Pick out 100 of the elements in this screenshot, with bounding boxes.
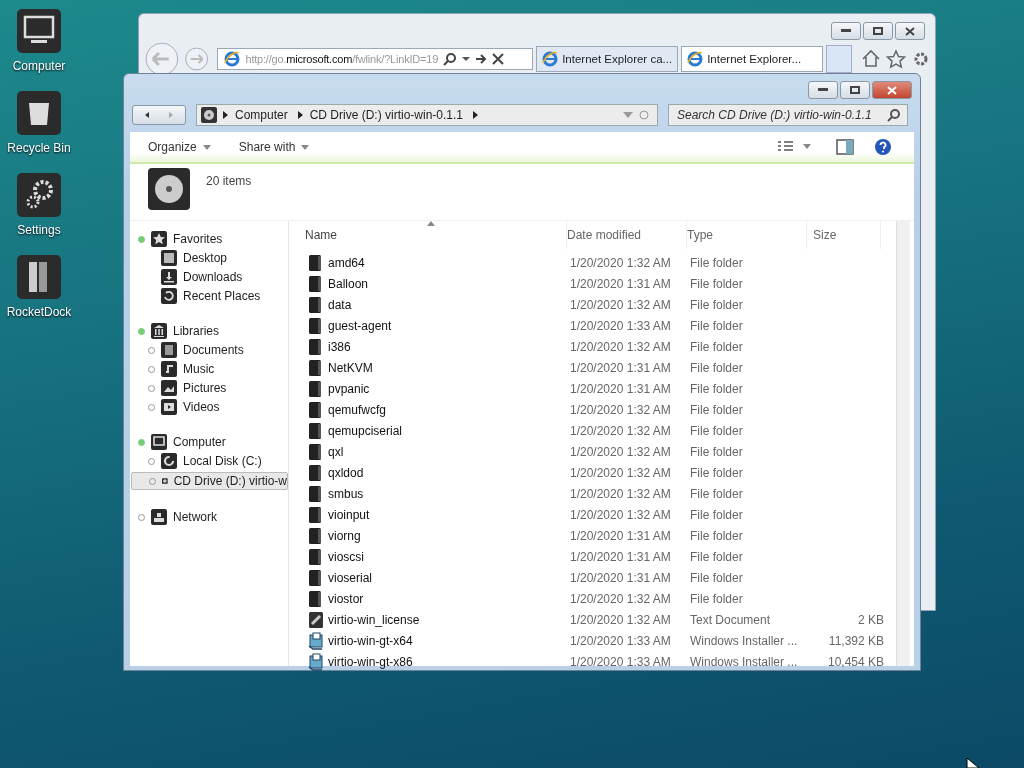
- column-header[interactable]: Type: [687, 221, 807, 249]
- close-icon: [905, 26, 915, 36]
- nav-item[interactable]: Documents: [130, 342, 288, 358]
- url-text: http://go.microsoft.com/fwlink/?LinkID=19: [245, 53, 439, 65]
- expander-icon[interactable]: [138, 438, 145, 446]
- file-name-cell[interactable]: qemupciserial: [305, 421, 567, 440]
- nav-item[interactable]: Recent Places: [130, 288, 288, 304]
- file-name-cell[interactable]: NetKVM: [305, 358, 567, 377]
- type-cell-text: File folder: [690, 423, 744, 438]
- file-name-cell[interactable]: Balloon: [305, 274, 567, 293]
- minimize-button[interactable]: [808, 81, 838, 99]
- breadcrumb-item[interactable]: Computer: [235, 108, 288, 122]
- minimize-button[interactable]: [831, 22, 861, 40]
- column-header[interactable]: Size: [807, 221, 881, 249]
- desktop-shortcut[interactable]: RocketDock: [0, 254, 78, 319]
- type-cell-text: Text Document: [690, 612, 772, 627]
- folder-icon: [308, 253, 324, 272]
- expander-icon[interactable]: [138, 327, 145, 335]
- date-cell-text: 1/20/2020 1:32 AM: [569, 339, 672, 354]
- file-name-cell[interactable]: smbus: [305, 484, 567, 503]
- file-name-cell[interactable]: viorng: [305, 526, 567, 545]
- toolbar-menu-button[interactable]: Organize: [144, 138, 215, 156]
- type-cell-text: File folder: [690, 444, 744, 459]
- type-cell-text: File folder: [690, 297, 744, 312]
- close-icon: [887, 85, 897, 95]
- close-button[interactable]: [872, 81, 912, 99]
- back-forward-buttons[interactable]: [132, 105, 186, 125]
- folder-icon: [308, 463, 324, 482]
- monitor-icon: [151, 434, 167, 450]
- file-name-cell[interactable]: qxl: [305, 442, 567, 461]
- toolbar-menu-button[interactable]: Share with: [234, 138, 314, 156]
- nav-item[interactable]: Computer: [130, 434, 288, 450]
- folder-icon: [308, 442, 324, 461]
- type-cell-text: Windows Installer ...: [690, 654, 799, 669]
- nav-item[interactable]: Desktop: [130, 250, 288, 266]
- desktop-shortcut[interactable]: Recycle Bin: [0, 90, 78, 155]
- new-tab-button[interactable]: [826, 45, 852, 73]
- breadcrumb-bar[interactable]: Computer CD Drive (D:) virtio-win-0.1.1: [196, 104, 658, 126]
- caret-icon: [202, 144, 211, 150]
- search-field[interactable]: Search CD Drive (D:) virtio-win-0.1.1: [668, 104, 908, 126]
- nav-item[interactable]: Music: [130, 361, 288, 377]
- file-name-cell[interactable]: data: [305, 295, 567, 314]
- search-icon[interactable]: [443, 52, 458, 66]
- file-name-cell[interactable]: virtio-win-gt-x86: [305, 652, 567, 671]
- address-field[interactable]: http://go.microsoft.com/fwlink/?LinkID=19: [217, 48, 534, 70]
- file-name-cell[interactable]: amd64: [305, 253, 567, 272]
- file-name-cell[interactable]: guest-agent: [305, 316, 567, 335]
- nav-item[interactable]: Libraries: [130, 323, 288, 339]
- nav-item[interactable]: Favorites: [130, 231, 288, 247]
- dropdown-icon[interactable]: [462, 56, 471, 62]
- nav-item[interactable]: CD Drive (D:) virtio-w: [131, 472, 288, 490]
- browser-tab[interactable]: Internet Explorer...: [681, 46, 824, 72]
- go-arrow-icon[interactable]: [475, 53, 488, 65]
- date-cell-text: 1/20/2020 1:32 AM: [569, 297, 672, 312]
- help-icon[interactable]: [874, 138, 892, 156]
- close-button[interactable]: [895, 22, 925, 40]
- file-name-cell[interactable]: vioserial: [305, 568, 567, 587]
- nav-item[interactable]: Network: [130, 509, 288, 525]
- date-cell-text: 1/20/2020 1:31 AM: [569, 570, 672, 585]
- date-cell-text: 1/20/2020 1:31 AM: [569, 360, 672, 375]
- file-name-cell[interactable]: vioinput: [305, 505, 567, 524]
- file-name-cell[interactable]: viostor: [305, 589, 567, 608]
- file-name-cell[interactable]: qemufwcfg: [305, 400, 567, 419]
- date-cell-text: 1/20/2020 1:31 AM: [569, 381, 672, 396]
- file-name-cell[interactable]: i386: [305, 337, 567, 356]
- network-icon: [151, 509, 167, 525]
- scrollbar[interactable]: [896, 221, 910, 666]
- folder-icon: [308, 274, 324, 293]
- shortcut-label: Recycle Bin: [7, 141, 71, 155]
- breadcrumb-item[interactable]: CD Drive (D:) virtio-win-0.1.1: [309, 108, 464, 122]
- type-cell-text: File folder: [690, 549, 744, 564]
- expander-icon[interactable]: [138, 235, 145, 243]
- file-name-cell[interactable]: virtio-win_license: [305, 610, 567, 629]
- nav-item[interactable]: Downloads: [130, 269, 288, 285]
- desktop-shortcut[interactable]: Computer: [0, 8, 78, 73]
- preview-pane-icon[interactable]: [836, 139, 854, 155]
- nav-item[interactable]: Videos: [130, 399, 288, 415]
- desktop-shortcut[interactable]: Settings: [0, 172, 78, 237]
- desktop-icon: [161, 250, 177, 266]
- maximize-icon: [873, 27, 883, 35]
- file-name-cell[interactable]: qxldod: [305, 463, 567, 482]
- maximize-button[interactable]: [840, 81, 870, 99]
- nav-item[interactable]: Pictures: [130, 380, 288, 396]
- browser-logo-icon: [687, 51, 704, 67]
- maximize-button[interactable]: [863, 22, 893, 40]
- video-icon: [161, 399, 177, 415]
- column-header[interactable]: Date modified: [567, 221, 687, 249]
- file-name-cell[interactable]: vioscsi: [305, 547, 567, 566]
- search-icon: [887, 108, 901, 122]
- file-name-cell[interactable]: virtio-win-gt-x64: [305, 631, 567, 650]
- file-name-cell[interactable]: pvpanic: [305, 379, 567, 398]
- browser-logo-icon: [224, 51, 241, 67]
- chevron-icon: [473, 111, 480, 119]
- stop-icon[interactable]: [492, 53, 505, 65]
- folder-icon: [308, 400, 324, 419]
- refresh-icon[interactable]: [639, 110, 649, 120]
- browser-tab[interactable]: Internet Explorer ca...: [536, 46, 679, 72]
- date-cell-text: 1/20/2020 1:32 AM: [569, 402, 672, 417]
- nav-item[interactable]: Local Disk (C:): [130, 453, 288, 469]
- shortcut-label: RocketDock: [6, 305, 72, 319]
